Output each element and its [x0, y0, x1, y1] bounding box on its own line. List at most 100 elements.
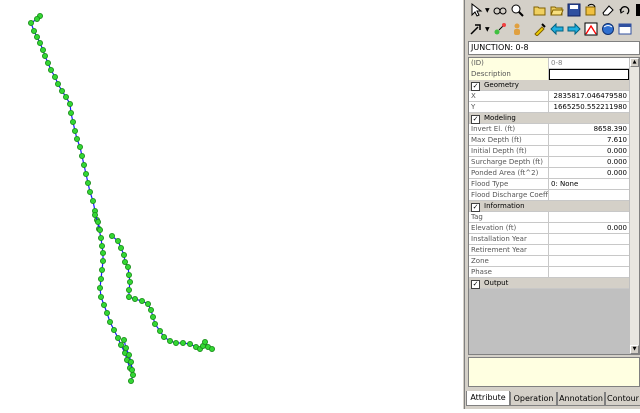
junction-node[interactable]	[166, 337, 173, 344]
junction-node[interactable]	[77, 143, 84, 150]
junction-node[interactable]	[179, 339, 186, 346]
junction-node[interactable]	[127, 358, 134, 365]
junction-node[interactable]	[55, 81, 62, 88]
junction-node[interactable]	[100, 249, 107, 256]
property-value[interactable]	[549, 69, 629, 80]
tab-annotation[interactable]: Annotation	[557, 392, 605, 406]
junction-node[interactable]	[126, 293, 133, 300]
tab-operation[interactable]: Operation	[510, 392, 557, 406]
link-dropdown-icon[interactable]: ▼	[485, 26, 490, 33]
junction-node[interactable]	[107, 318, 114, 325]
property-value[interactable]	[549, 212, 629, 223]
junction-node[interactable]	[98, 293, 105, 300]
junction-node[interactable]	[160, 333, 167, 340]
junction-node[interactable]	[131, 295, 138, 302]
junction-node[interactable]	[126, 271, 133, 278]
property-value[interactable]	[549, 234, 629, 245]
junction-node[interactable]	[127, 278, 134, 285]
person-icon[interactable]	[509, 21, 525, 37]
property-row[interactable]: Surcharge Depth (ft) 0.000	[469, 157, 629, 168]
junction-node[interactable]	[68, 110, 75, 117]
property-value[interactable]: 0.000	[549, 168, 629, 179]
redo-icon[interactable]	[617, 2, 633, 18]
pan-tool-icon[interactable]	[492, 2, 508, 18]
property-row[interactable]: Zone	[469, 256, 629, 267]
table-icon[interactable]	[617, 21, 633, 37]
property-row[interactable]: Installation Year	[469, 234, 629, 245]
junction-node[interactable]	[147, 306, 154, 313]
junction-node[interactable]	[90, 197, 97, 204]
property-row[interactable]: Initial Depth (ft) 0.000	[469, 146, 629, 157]
property-row[interactable]: Elevation (ft) 0.000	[469, 223, 629, 234]
scroll-down-icon[interactable]: ▼	[630, 345, 639, 354]
property-row[interactable]: Ponded Area (ft^2) 0.000	[469, 168, 629, 179]
property-row[interactable]: (ID) 0-8	[469, 58, 629, 69]
section-information[interactable]: ✓ Information	[469, 201, 629, 212]
link-tool-icon[interactable]	[468, 21, 484, 37]
property-value[interactable]: 0.000	[549, 223, 629, 234]
dropper-icon[interactable]	[532, 21, 548, 37]
junction-node[interactable]	[122, 258, 129, 265]
junction-node[interactable]	[52, 74, 59, 81]
junction-node[interactable]	[63, 94, 70, 101]
section-output[interactable]: ✓ Output	[469, 278, 629, 289]
junction-node[interactable]	[111, 326, 118, 333]
junction-node[interactable]	[118, 341, 125, 348]
junction-node[interactable]	[126, 351, 133, 358]
junction-node[interactable]	[126, 286, 133, 293]
junction-node[interactable]	[45, 60, 52, 67]
pointer-dropdown-icon[interactable]: ▼	[485, 7, 490, 14]
property-value[interactable]: 2835817.046479580	[549, 91, 629, 102]
junction-node[interactable]	[100, 257, 107, 264]
grid-icon[interactable]	[634, 2, 640, 18]
junction-node[interactable]	[85, 179, 92, 186]
junction-node[interactable]	[74, 135, 81, 142]
junction-node[interactable]	[81, 161, 88, 168]
junction-node[interactable]	[121, 336, 128, 343]
junction-node[interactable]	[72, 127, 79, 134]
junction-node[interactable]	[172, 339, 179, 346]
section-checkbox-icon[interactable]: ✓	[471, 203, 480, 212]
junction-node[interactable]	[149, 313, 156, 320]
property-value[interactable]: 0-8	[549, 58, 629, 69]
junction-node[interactable]	[186, 340, 193, 347]
property-value[interactable]	[549, 256, 629, 267]
junction-node[interactable]	[59, 88, 66, 95]
property-row[interactable]: Flood Discharge Coeffic	[469, 190, 629, 201]
junction-node[interactable]	[99, 242, 106, 249]
property-value[interactable]	[549, 190, 629, 201]
junction-node[interactable]	[125, 263, 132, 270]
junction-node[interactable]	[115, 237, 122, 244]
pointer-tool-icon[interactable]	[468, 2, 484, 18]
junction-node[interactable]	[98, 275, 105, 282]
erase-icon[interactable]	[600, 2, 616, 18]
junction-node[interactable]	[101, 301, 108, 308]
junction-node[interactable]	[67, 101, 74, 108]
property-value[interactable]: 7.610	[549, 135, 629, 146]
open-icon[interactable]	[532, 2, 548, 18]
junction-node[interactable]	[48, 67, 55, 74]
junction-node[interactable]	[34, 15, 41, 22]
property-row[interactable]: Max Depth (ft) 7.610	[469, 135, 629, 146]
junction-node[interactable]	[127, 377, 134, 384]
junction-node[interactable]	[118, 244, 125, 251]
property-row[interactable]: Tag	[469, 212, 629, 223]
junction-node[interactable]	[27, 19, 34, 26]
section-checkbox-icon[interactable]: ✓	[471, 115, 480, 124]
junction-node[interactable]	[115, 334, 122, 341]
junction-node[interactable]	[34, 34, 41, 41]
junction-node[interactable]	[98, 234, 105, 241]
property-row[interactable]: Flood Type 0: None	[469, 179, 629, 190]
property-value[interactable]: 1665250.552211980	[549, 102, 629, 113]
junction-node[interactable]	[95, 218, 102, 225]
section-geometry[interactable]: ✓ Geometry	[469, 80, 629, 91]
object-selector[interactable]: JUNCTION: 0-8	[468, 41, 640, 55]
zoom-tool-icon[interactable]	[509, 2, 525, 18]
junction-node[interactable]	[83, 170, 90, 177]
section-checkbox-icon[interactable]: ✓	[471, 280, 480, 289]
junction-node[interactable]	[129, 371, 136, 378]
property-row[interactable]: Retirement Year	[469, 245, 629, 256]
property-row[interactable]: Description	[469, 69, 629, 80]
junction-node[interactable]	[99, 266, 106, 273]
property-row[interactable]: Phase	[469, 267, 629, 278]
